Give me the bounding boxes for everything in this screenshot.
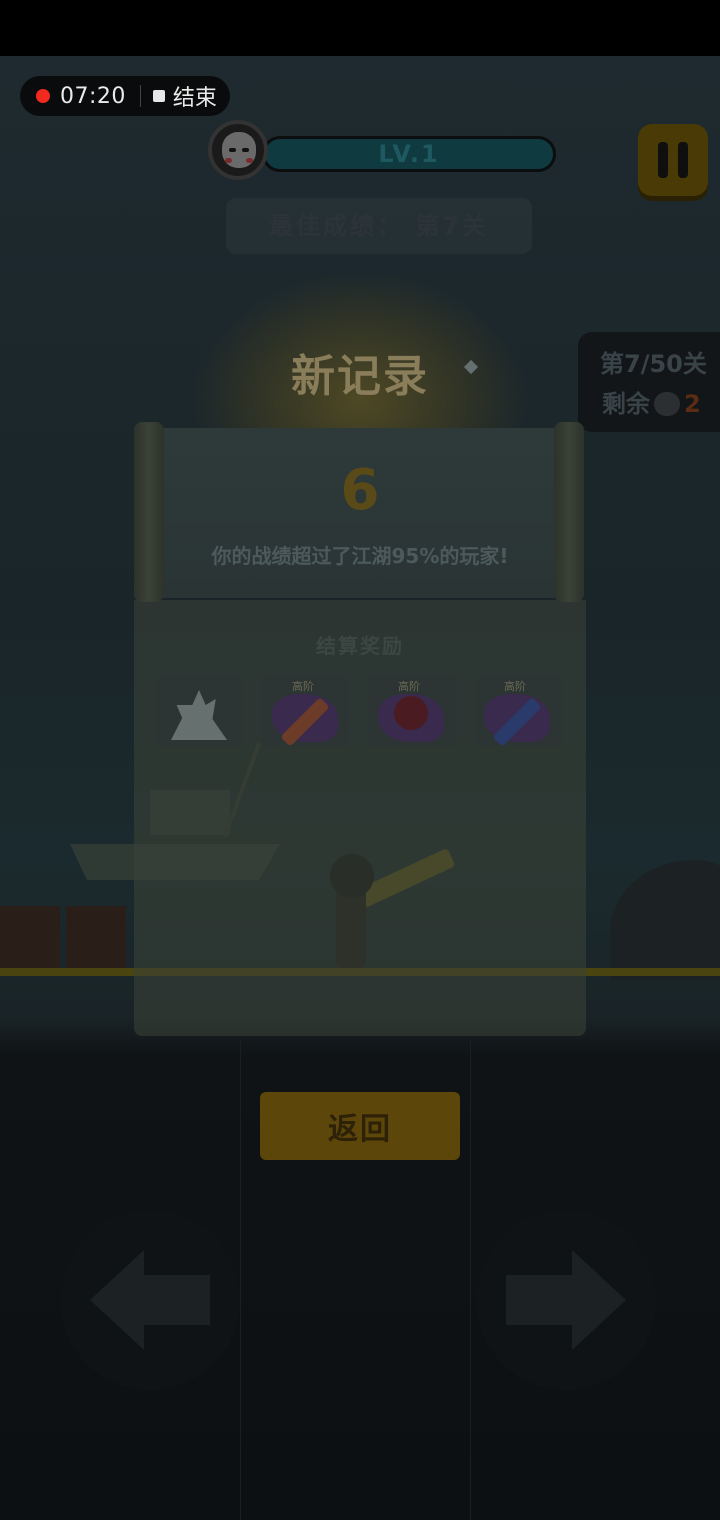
screen-recording-indicator[interactable]: 07:20 结束 [20,76,230,116]
reward-tag: 高阶 [292,680,314,693]
divider [240,1040,241,1520]
level-label: LV.1 [378,140,440,168]
arrow-right-icon [506,1250,626,1350]
pause-button[interactable] [638,124,708,196]
rewards-title: 结算奖励 [316,634,404,658]
reward-tag: 高阶 [398,680,420,693]
stop-recording-label[interactable]: 结束 [173,80,217,112]
stage-panel: 第7/50关 剩余 2 [578,332,720,432]
reward-slot[interactable]: 高阶 [262,674,350,747]
crate [66,906,126,970]
record-dot-icon [36,89,50,103]
mask-face-icon [222,132,256,168]
best-score: 最佳成绩： 第7关 [226,198,532,254]
divider [470,1040,471,1520]
reward-slot[interactable]: 高阶 [474,674,562,747]
reward-slot[interactable]: 高阶 [368,674,456,746]
divider [139,85,141,107]
level-bar: LV.1 [262,136,556,172]
beat-percentage-text: 你的战绩超过了江湖95%的玩家! [211,544,509,568]
flower-icon [394,696,428,730]
crate [0,906,60,970]
recording-time: 07:20 [60,83,126,109]
remaining-count: 2 [684,390,701,418]
back-button[interactable]: 返回 [260,1092,460,1160]
stop-icon [152,90,165,102]
move-left-button[interactable] [60,1210,240,1390]
status-bar [0,0,720,56]
arrow-left-icon [90,1250,210,1350]
reward-panel [134,600,586,1036]
avatar[interactable] [208,120,268,180]
reward-tag: 高阶 [504,680,526,693]
remaining-label: 剩余 [602,390,650,418]
stage-progress: 第7/50关 [600,350,707,378]
new-record-title: 新记录 [291,351,429,402]
score-value: 6 [340,458,380,523]
crystal-icon [171,690,227,740]
pause-icon [658,142,668,178]
move-right-button[interactable] [476,1210,656,1390]
skull-icon [654,392,680,416]
reward-slot[interactable] [155,674,243,746]
